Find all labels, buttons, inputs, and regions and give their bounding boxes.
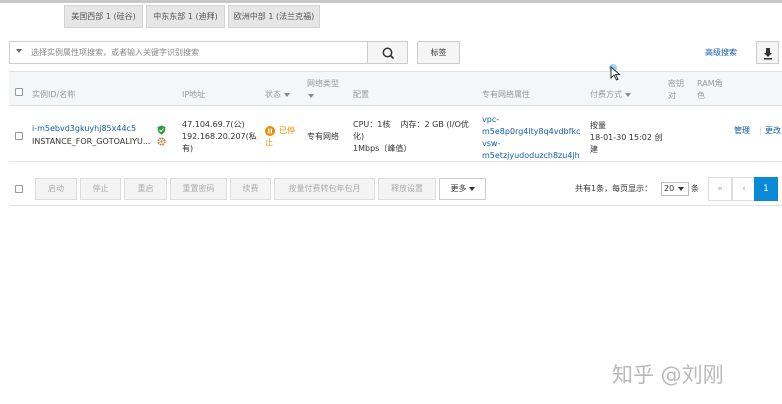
download-icon	[764, 48, 772, 60]
region-tabs: 美国西部 1 (硅谷) 中东东部 1 (迪拜) 欧洲中部 1 (法兰克福)	[0, 3, 782, 31]
page-1-button[interactable]: 1	[754, 177, 778, 201]
header-network-type[interactable]: 网络类型	[307, 78, 339, 102]
instance-id-link[interactable]: i-m5ebvd3gkuyhj85x44c5	[32, 123, 136, 135]
network-type: 专有网络	[307, 132, 339, 141]
header-billing-label: 付费方式	[590, 90, 622, 99]
header-billing[interactable]: 付费方式	[590, 89, 631, 101]
mouse-cursor-icon	[609, 64, 621, 81]
release-settings-button[interactable]: 释放设置	[378, 178, 436, 200]
ip-public: 47.104.69.7(公)	[182, 120, 245, 129]
watermark: 知乎 @刘刚	[612, 363, 724, 387]
first-page-button[interactable]: «	[708, 177, 732, 201]
reset-password-button[interactable]: 重置密码	[170, 178, 227, 200]
header-key-pair: 密钥对	[668, 78, 684, 102]
header-key-line2: 对	[668, 91, 676, 100]
header-config: 配置	[353, 90, 369, 99]
chevron-down-icon	[625, 92, 631, 97]
billing-created: 18-01-30 15:02 创	[590, 133, 663, 142]
header-status[interactable]: 状态	[265, 89, 290, 101]
total-count-text: 共有1条，每页显示：	[575, 184, 653, 193]
config-spec: CPU：1核 内存：2 GB (I/O优	[353, 120, 469, 129]
chevron-down-icon	[678, 186, 685, 191]
chevron-down-icon	[308, 93, 314, 98]
tag-button[interactable]: 标签	[417, 41, 460, 64]
config-bandwidth: 1Mbps（峰值）	[353, 144, 412, 153]
page-size-select[interactable]: 20	[661, 182, 689, 196]
search-input[interactable]: 选择实例属性项搜索，或者输入关键字识别搜索	[9, 41, 368, 64]
vpc-link-prefix[interactable]: vpc-	[482, 114, 499, 126]
ip-private: 192.168.20.207(私	[182, 132, 257, 141]
header-ip: IP地址	[182, 90, 206, 99]
start-button[interactable]: 启动	[35, 178, 77, 200]
action-separator: |	[759, 126, 762, 135]
gear-icon	[157, 137, 166, 146]
region-tab-eu-central[interactable]: 欧洲中部 1 (法兰克福)	[228, 5, 320, 28]
status-text-cont: 止	[265, 138, 273, 147]
footer-select-all-checkbox[interactable]	[15, 185, 23, 193]
page-size-unit: 条	[691, 184, 699, 193]
pause-icon	[265, 126, 275, 136]
select-all-checkbox[interactable]	[15, 88, 23, 96]
shield-icon	[157, 125, 166, 135]
header-ram-role: RAM角色	[697, 78, 723, 102]
more-button-label: 更多	[450, 184, 467, 193]
vsw-link[interactable]: m5etzjyudoduzch8zu4jh	[482, 150, 580, 162]
region-tab-me-east[interactable]: 中东东部 1 (迪拜)	[146, 5, 225, 28]
config-spec-cont: 化)	[353, 132, 365, 141]
header-ram-line1: RAM角	[697, 79, 723, 88]
search-icon	[382, 47, 395, 60]
chevron-down-icon	[284, 92, 290, 97]
table-footer: 启动 停止 重启 重置密码 续费 按量付费转包年包月 释放设置 更多 共有1条，…	[9, 162, 782, 206]
renew-button[interactable]: 续费	[230, 178, 271, 200]
header-ram-line2: 色	[697, 91, 705, 100]
chevron-down-icon[interactable]	[16, 49, 22, 53]
header-network-label: 网络类型	[307, 79, 339, 88]
more-button[interactable]: 更多	[439, 178, 486, 200]
billing-type: 按量	[590, 121, 606, 130]
change-config-link[interactable]: 更改	[765, 125, 781, 137]
chevron-down-icon	[468, 186, 475, 191]
export-button[interactable]	[756, 41, 779, 64]
header-key-line1: 密钥	[668, 79, 684, 88]
vpc-link[interactable]: m5e8p0rg4lty8q4vdbfkc	[482, 126, 580, 138]
header-vpc: 专有网络属性	[482, 90, 530, 99]
restart-button[interactable]: 重启	[124, 178, 167, 200]
search-toolbar: 选择实例属性项搜索，或者输入关键字识别搜索 标签 高级搜索	[9, 41, 779, 66]
search-placeholder: 选择实例属性项搜索，或者输入关键字识别搜索	[31, 48, 199, 57]
vsw-link-prefix[interactable]: vsw-	[482, 138, 500, 150]
page-size-value: 20	[664, 184, 675, 193]
region-tab-us-west[interactable]: 美国西部 1 (硅谷)	[64, 5, 143, 28]
stop-button[interactable]: 停止	[80, 178, 121, 200]
ip-private-suffix: 有)	[182, 144, 194, 153]
row-checkbox[interactable]	[15, 132, 23, 140]
instance-name: INSTANCE_FOR_GOTOALIYU...	[32, 137, 151, 146]
header-status-label: 状态	[265, 90, 281, 99]
advanced-search-link[interactable]: 高级搜索	[705, 41, 737, 64]
status-text: 已停	[279, 126, 295, 135]
prev-page-button[interactable]: ‹	[732, 177, 756, 201]
convert-billing-button[interactable]: 按量付费转包年包月	[274, 178, 375, 200]
manage-link[interactable]: 管理	[734, 125, 750, 137]
billing-created-cont: 建	[590, 145, 598, 154]
table-row: i-m5ebvd3gkuyhj85x44c5 INSTANCE_FOR_GOTO…	[9, 106, 782, 162]
header-id-name: 实例ID/名称	[32, 90, 76, 99]
table-header: 实例ID/名称 IP地址 状态 网络类型 配置 专有网络属性 付费方式 密钥对 …	[9, 71, 782, 106]
search-button[interactable]	[367, 41, 408, 64]
